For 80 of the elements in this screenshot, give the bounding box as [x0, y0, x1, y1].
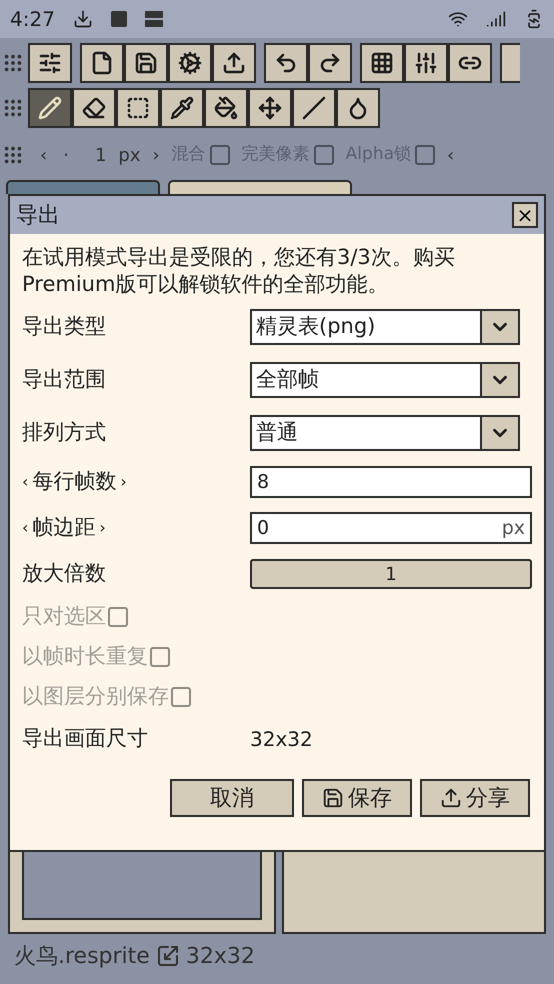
input-field[interactable]: 8 [250, 466, 532, 498]
field-label: 导出画面尺寸 [22, 725, 148, 752]
toolbar-button[interactable] [360, 42, 404, 82]
file-name: 火鸟.resprite [14, 942, 150, 970]
field-label: 每行帧数 [32, 468, 116, 496]
field-label: 导出类型 [22, 312, 106, 340]
dialog-button[interactable]: 保存 [302, 779, 412, 817]
dialog-title: 导出 [16, 202, 60, 230]
field-label: 排列方式 [22, 418, 106, 446]
option-label: 只对选区 [22, 603, 106, 630]
brush-size: 1 [94, 144, 106, 168]
decrease-button[interactable]: ‹ [22, 516, 28, 540]
storage-icon [144, 11, 163, 27]
input-field[interactable]: 0 px [250, 512, 532, 544]
move-icon [258, 96, 282, 120]
toolbar-button[interactable] [80, 42, 124, 82]
scroll-arrow[interactable]: ‹ [447, 142, 454, 168]
toolbar-button[interactable] [28, 42, 72, 82]
checkbox[interactable] [314, 145, 334, 165]
toolbar-button[interactable] [264, 42, 308, 82]
toolbar-button[interactable] [124, 42, 168, 82]
dialog-button[interactable]: 分享 [420, 779, 530, 817]
trial-message: 在试用模式导出是受限的，您还有3/3次。购买Premium版可以解锁软件的全部功能。 [22, 244, 456, 298]
eyedropper-icon [170, 96, 194, 120]
field-label: 导出范围 [22, 366, 106, 393]
toolbar-button[interactable] [72, 88, 116, 128]
file-icon [90, 50, 114, 74]
toolbar-button[interactable] [160, 88, 204, 128]
increase-button[interactable]: › [152, 142, 160, 168]
mixer-icon [414, 50, 438, 74]
toolbar-button[interactable] [168, 42, 212, 82]
field-label: 放大倍数 [22, 560, 106, 588]
document-tab[interactable] [168, 180, 352, 194]
toolbar-button[interactable] [292, 88, 336, 128]
undo-icon [274, 50, 298, 74]
field-label: 帧边距 [32, 514, 96, 542]
bucket-icon [214, 96, 238, 120]
save-icon [322, 787, 344, 809]
option-label: 以图层分别保存 [22, 683, 169, 710]
toolbar-button[interactable] [308, 42, 352, 82]
upload-icon [222, 50, 246, 74]
clock: 4:27 [10, 6, 55, 33]
gear-icon [178, 50, 202, 74]
toolbar-button[interactable] [500, 42, 520, 82]
drag-handle-icon[interactable] [2, 144, 24, 166]
line-icon [302, 96, 326, 120]
brush-dot: · [63, 144, 69, 168]
toolbar-button[interactable] [404, 42, 448, 82]
size-value: 32x32 [250, 726, 313, 753]
pencil-icon [38, 96, 62, 120]
toolbar-button[interactable] [448, 42, 492, 82]
option-label: 以帧时长重复 [22, 643, 148, 670]
close-button[interactable]: × [512, 202, 538, 228]
decrease-button[interactable]: ‹ [36, 142, 52, 168]
toolbar-button[interactable] [248, 88, 292, 128]
signal-icon [486, 9, 506, 29]
sliders-icon [38, 50, 62, 74]
grid-icon [370, 50, 394, 74]
selection-icon [126, 96, 150, 120]
decrease-button[interactable]: ‹ [22, 470, 28, 494]
toolbar-button[interactable] [336, 88, 380, 128]
toolbar-button[interactable] [204, 88, 248, 128]
scale-button[interactable]: 1 [250, 559, 532, 589]
toolbar-button[interactable] [116, 88, 160, 128]
eraser-icon [82, 96, 106, 120]
share-icon [440, 787, 462, 809]
resize-icon [156, 944, 180, 968]
canvas-size: 32x32 [186, 942, 255, 970]
save-icon [134, 50, 158, 74]
increase-button[interactable]: › [120, 470, 127, 494]
redo-icon [318, 50, 342, 74]
checkbox[interactable] [415, 145, 436, 165]
download-icon [72, 9, 93, 29]
checkbox[interactable] [210, 145, 230, 165]
drag-handle-icon[interactable] [2, 97, 24, 119]
size-unit: px [118, 144, 140, 168]
toolbar-button[interactable] [28, 88, 72, 128]
dialog-button[interactable]: 取消 [170, 779, 294, 817]
increase-button[interactable]: › [99, 516, 106, 540]
toolbar-button[interactable] [212, 42, 256, 82]
